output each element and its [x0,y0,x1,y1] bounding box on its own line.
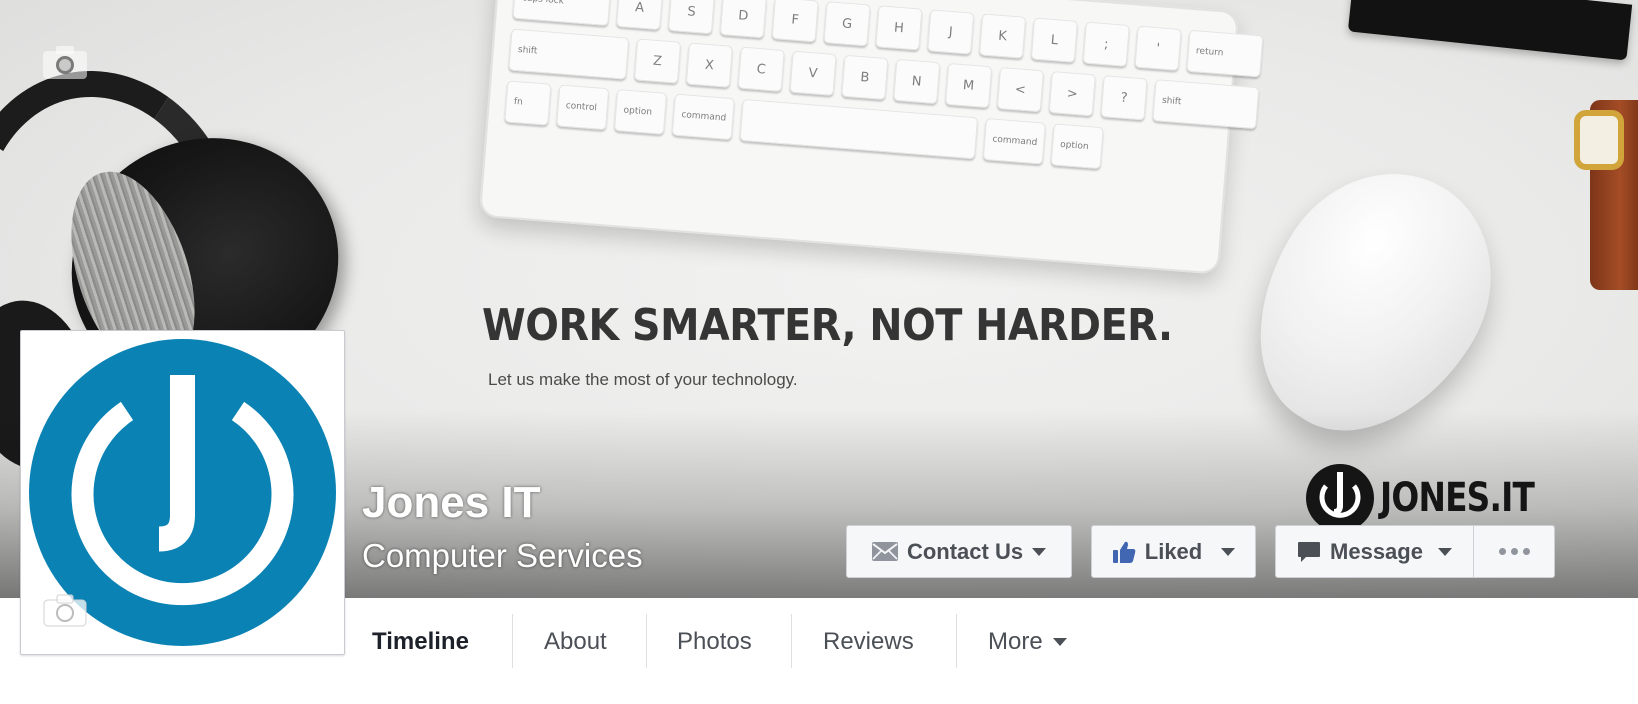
keyboard-key: G [823,1,871,47]
message-label: Message [1330,538,1423,564]
cover-logo: JONES.IT [1304,462,1568,534]
keyboard-key: C [737,46,785,92]
keyboard-key: shift [1152,79,1260,130]
speech-bubble-icon [1298,541,1321,562]
monitor-corner [1347,0,1633,61]
keyboard-key: S [667,0,716,35]
tab-divider [956,614,957,668]
keyboard-key: option [613,88,668,135]
keyboard-key: M [944,62,993,109]
cover-logo-text: JONES.IT [1380,475,1535,521]
more-options-button[interactable] [1473,525,1555,578]
keyboard-spacebar [739,98,979,160]
camera-icon[interactable] [43,593,87,627]
keyboard-key: fn [504,80,552,126]
keyboard-key: D [719,0,767,39]
keyboard-key: < [996,66,1044,113]
keyboard-key: L [1030,17,1078,63]
tab-divider [512,614,513,668]
cover-tagline: Let us make the most of your technology. [488,370,798,389]
keyboard-key: K [978,13,1027,59]
keyboard-key: H [875,5,923,51]
keyboard-key: F [771,0,819,43]
liked-label: Liked [1144,538,1203,564]
chevron-down-icon [1221,547,1236,556]
keyboard-key: A [616,0,664,31]
jones-logo-icon [1306,464,1374,532]
camera-icon[interactable] [42,44,88,80]
cover-slogan: WORK SMARTER, NOT HARDER. [482,300,1173,351]
tab-more[interactable]: More [958,616,1097,668]
tab-reviews[interactable]: Reviews [793,616,944,668]
watch-case [1574,110,1624,170]
keyboard-key: caps lock [512,0,612,27]
tab-timeline[interactable]: Timeline [342,616,499,668]
keyboard-key: V [789,50,837,96]
thumbs-up-icon [1112,541,1136,563]
contact-us-button[interactable]: Contact Us [846,525,1072,578]
liked-button[interactable]: Liked [1091,525,1256,578]
keyboard-key: N [893,58,941,105]
page-category: Computer Services [362,537,643,574]
profile-picture[interactable] [20,330,345,655]
envelope-icon [871,542,898,561]
tab-photos[interactable]: Photos [647,616,782,668]
keyboard-key: Z [633,38,682,84]
keyboard-key: > [1048,71,1096,117]
keyboard-key: ' [1134,25,1182,71]
keyboard-key: X [685,42,733,88]
message-button[interactable]: Message [1275,525,1474,578]
keyboard-key: return [1186,29,1264,78]
keyboard-key: ? [1100,75,1148,121]
contact-us-label: Contact Us [906,538,1024,564]
tab-about[interactable]: About [514,616,637,668]
page-title[interactable]: Jones IT [362,478,541,528]
tab-divider [791,614,792,668]
keyboard-key: B [841,54,889,101]
keyboard-key: command [671,93,735,141]
chevron-down-icon [1052,638,1067,646]
keyboard-key: command [982,117,1046,165]
chevron-down-icon [1437,547,1452,556]
keyboard-key: option [1050,123,1104,170]
keyboard-key: J [927,9,975,55]
keyboard-image: caps lock A S D F G H J K L ; ' return s… [478,0,1264,275]
keyboard-key: ; [1082,21,1130,67]
tab-more-label: More [988,628,1043,655]
ellipsis-icon [1498,548,1530,555]
keyboard-key: shift [508,28,630,80]
keyboard-key: control [556,84,610,131]
chevron-down-icon [1032,547,1047,556]
